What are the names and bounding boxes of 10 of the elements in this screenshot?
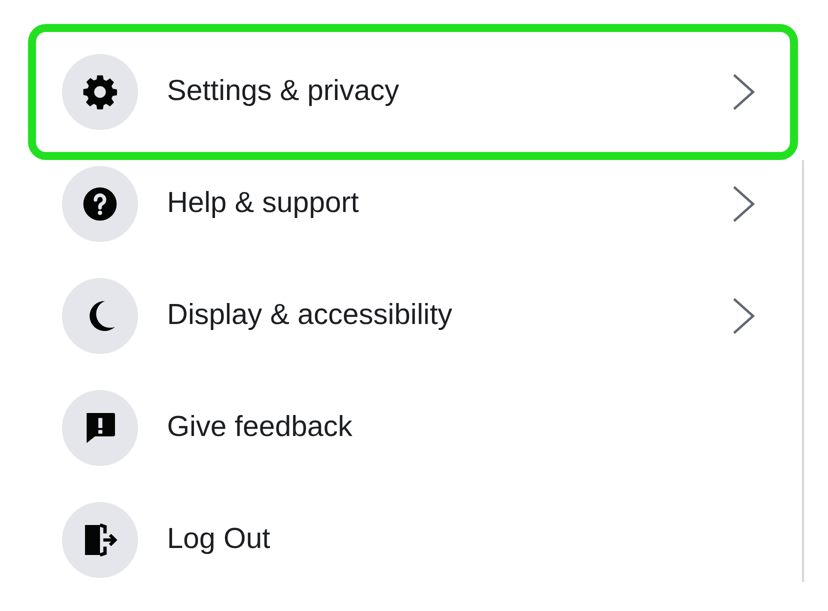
menu-label: Give feedback xyxy=(167,410,354,446)
menu-label: Log Out xyxy=(167,522,272,558)
menu-label: Help & support xyxy=(167,186,360,222)
menu-label: Settings & privacy xyxy=(167,74,400,110)
menu-item[interactable]: Help & support xyxy=(40,148,786,260)
menu-item[interactable]: Settings & privacy xyxy=(40,36,786,148)
menu-label: Display & accessibility xyxy=(167,298,454,334)
menu-item[interactable]: Log Out xyxy=(40,484,786,596)
menu-item[interactable]: Display & accessibility xyxy=(40,260,786,372)
menu-item[interactable]: Give feedback xyxy=(40,372,786,484)
